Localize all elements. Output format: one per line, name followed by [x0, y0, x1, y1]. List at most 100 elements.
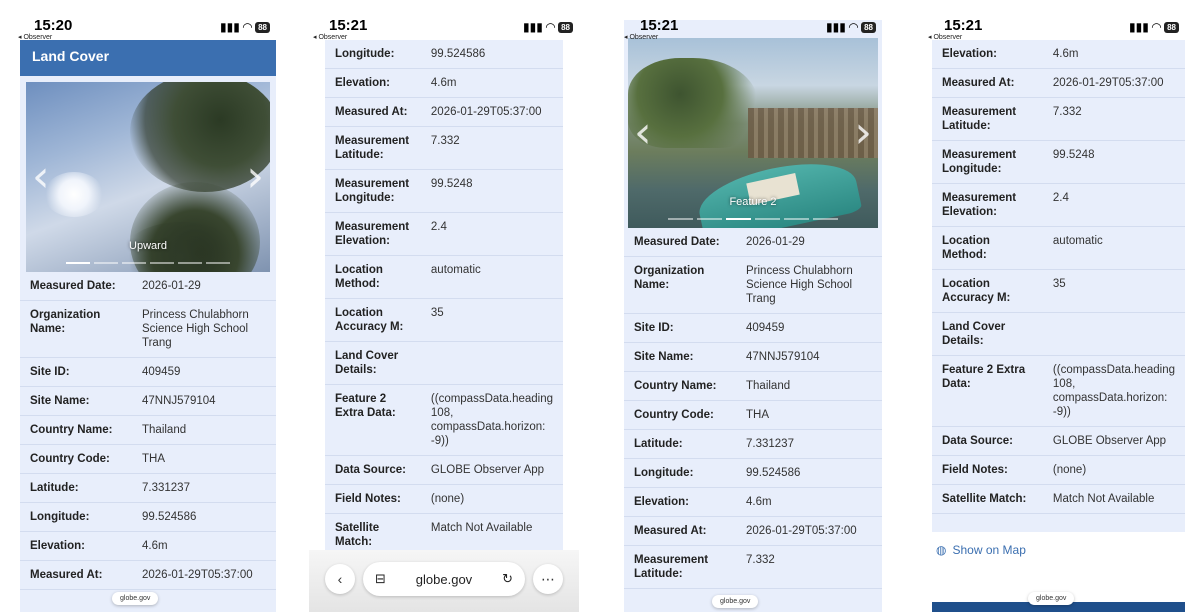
- status-icons: ▮▮▮ ◠ 88: [1129, 20, 1179, 34]
- detail-row: Field Notes: (none): [325, 484, 563, 514]
- detail-value: 2026-01-29T05:37:00: [736, 516, 882, 546]
- detail-value: 4.6m: [132, 531, 276, 561]
- page-title: Land Cover: [20, 40, 276, 76]
- more-options-button[interactable]: ⋯: [533, 564, 563, 594]
- detail-row: Measured At: 2026-01-29T05:37:00: [20, 560, 276, 590]
- status-bar: 15:21 ◂ Observer ▮▮▮ ◠ 88: [620, 0, 882, 41]
- detail-label: Land Cover Details:: [325, 341, 421, 385]
- detail-value: [420, 341, 563, 385]
- back-button[interactable]: ‹: [325, 564, 355, 594]
- detail-label: Organization Name:: [20, 300, 132, 358]
- photo-carousel[interactable]: ‹ › Upward: [26, 82, 270, 272]
- detail-label: Measurement Longitude:: [932, 140, 1043, 184]
- browser-toolbar: ‹ ⊟ globe.gov ↻ ⋯: [309, 550, 579, 612]
- phone-screen-2: 15:21 ◂ Observer ▮▮▮ ◠ 88 Longitude: 99.524…: [309, 0, 579, 612]
- detail-label: Measurement Elevation:: [932, 183, 1043, 227]
- detail-value: (none): [420, 484, 563, 514]
- detail-row: Measurement Latitude: 7.332: [932, 97, 1185, 141]
- detail-label: Measured Date:: [20, 272, 132, 301]
- back-to-observer-link[interactable]: ◂ Observer: [18, 33, 52, 41]
- detail-row: Location Method: automatic: [932, 226, 1185, 270]
- url-pill[interactable]: globe.gov: [1028, 592, 1075, 605]
- detail-value: automatic: [1042, 226, 1185, 270]
- carousel-indicators[interactable]: [66, 262, 230, 264]
- detail-label: Latitude:: [624, 429, 736, 459]
- detail-value: Match Not Available: [1042, 484, 1185, 514]
- detail-row: Country Name: Thailand: [624, 371, 882, 401]
- url-pill[interactable]: globe.gov: [112, 592, 159, 605]
- detail-label: Location Method:: [325, 255, 421, 299]
- chevron-left-icon[interactable]: ‹: [32, 153, 50, 201]
- tabs-icon[interactable]: ⊟: [375, 571, 386, 587]
- detail-label: Site ID:: [624, 313, 736, 343]
- detail-label: Country Name:: [624, 371, 736, 401]
- reload-icon[interactable]: ↻: [502, 571, 513, 587]
- detail-value: 35: [1042, 269, 1185, 313]
- detail-value: 2026-01-29T05:37:00: [1042, 68, 1185, 98]
- show-on-map-link[interactable]: ◍ Show on Map: [936, 543, 1026, 557]
- wifi-icon: ◠: [545, 20, 556, 34]
- detail-value: 4.6m: [736, 487, 882, 517]
- detail-label: Longitude:: [325, 40, 421, 69]
- detail-row: Site ID: 409459: [624, 313, 882, 343]
- detail-row: Measured At: 2026-01-29T05:37:00: [325, 97, 563, 127]
- detail-value: Thailand: [736, 371, 882, 401]
- address-text: globe.gov: [415, 571, 473, 587]
- wifi-icon: ◠: [848, 20, 859, 34]
- detail-row: Site ID: 409459: [20, 357, 276, 387]
- status-icons: ▮▮▮ ◠ 88: [523, 20, 573, 34]
- detail-row: Location Accuracy M: 35: [325, 298, 563, 342]
- detail-label: Field Notes:: [932, 455, 1043, 485]
- detail-label: Data Source:: [325, 455, 421, 485]
- signal-icon: ▮▮▮: [826, 20, 846, 34]
- detail-label: Measurement Latitude:: [624, 545, 736, 589]
- detail-value: 99.524586: [420, 40, 563, 69]
- detail-row: Location Accuracy M: 35: [932, 269, 1185, 313]
- photo-caption: Feature 2: [729, 196, 777, 208]
- back-to-observer-link[interactable]: ◂ Observer: [313, 33, 347, 41]
- detail-value: 2.4: [420, 212, 563, 256]
- detail-label: Elevation:: [325, 68, 421, 98]
- detail-label: Longitude:: [20, 502, 132, 532]
- status-time: 15:20: [34, 17, 73, 34]
- signal-icon: ▮▮▮: [1129, 20, 1149, 34]
- photo-carousel[interactable]: ‹ › Feature 2: [628, 38, 878, 228]
- detail-label: Field Notes:: [325, 484, 421, 514]
- detail-row: Feature 2 Extra Data: ((compassData.headi…: [932, 355, 1185, 427]
- chevron-left-icon[interactable]: ‹: [634, 109, 652, 157]
- observation-panel: Land Cover ‹ › Upward Measured Date: 2026…: [20, 40, 276, 612]
- detail-row: Elevation: 4.6m: [624, 487, 882, 517]
- detail-row: Land Cover Details:: [325, 341, 563, 385]
- back-to-observer-link[interactable]: ◂ Observer: [928, 33, 962, 41]
- address-bar[interactable]: ⊟ globe.gov ↻: [363, 562, 525, 596]
- detail-value: 2.4: [1042, 183, 1185, 227]
- detail-value: 99.5248: [1042, 140, 1185, 184]
- detail-value: 409459: [736, 313, 882, 343]
- chevron-right-icon[interactable]: ›: [246, 153, 264, 201]
- detail-label: Location Accuracy M:: [325, 298, 421, 342]
- detail-row: Elevation: 4.6m: [325, 68, 563, 98]
- detail-row: Elevation: 4.6m: [932, 40, 1185, 69]
- detail-row: Country Name: Thailand: [20, 415, 276, 445]
- chevron-right-icon[interactable]: ›: [854, 109, 872, 157]
- details-table: Measured Date: 2026-01-29 Organization Nam…: [20, 272, 276, 590]
- detail-value: GLOBE Observer App: [420, 455, 563, 485]
- back-to-observer-link[interactable]: ◂ Observer: [624, 33, 658, 41]
- url-pill[interactable]: globe.gov: [712, 595, 759, 608]
- detail-value: 409459: [132, 357, 276, 387]
- detail-row: Organization Name: Princess Chulabhorn Sc…: [624, 256, 882, 314]
- detail-label: Satellite Match:: [932, 484, 1043, 514]
- detail-row: Measured At: 2026-01-29T05:37:00: [932, 68, 1185, 98]
- observation-panel: Longitude: 99.524586 Elevation: 4.6m Measure…: [325, 40, 563, 572]
- detail-label: Land Cover Details:: [932, 312, 1043, 356]
- detail-row: Country Code: THA: [20, 444, 276, 474]
- detail-label: Country Name:: [20, 415, 132, 445]
- detail-row: Measurement Latitude: 7.332: [325, 126, 563, 170]
- carousel-indicators[interactable]: [668, 218, 838, 220]
- detail-row: Measured Date: 2026-01-29: [624, 228, 882, 257]
- detail-value: (none): [1042, 455, 1185, 485]
- observation-panel: Elevation: 4.6m Measured At: 2026-01-29T05:…: [932, 40, 1185, 532]
- detail-row: Measured Date: 2026-01-29: [20, 272, 276, 301]
- detail-row: Data Source: GLOBE Observer App: [932, 426, 1185, 456]
- detail-row: Data Source: GLOBE Observer App: [325, 455, 563, 485]
